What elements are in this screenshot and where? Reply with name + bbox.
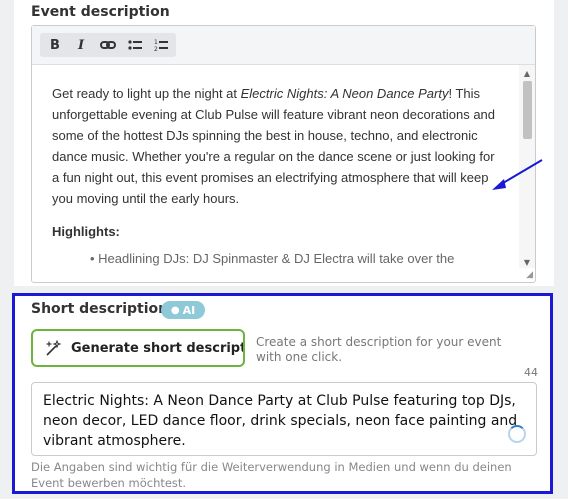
event-name-italic: Electric Nights: A Neon Dance Party	[240, 86, 449, 101]
ai-badge-label: AI	[182, 303, 196, 317]
description-paragraph: Get ready to light up the night at Elect…	[52, 83, 499, 209]
scroll-up-icon[interactable]: ▲	[519, 67, 535, 79]
resize-handle-icon[interactable]: ◢	[523, 270, 533, 280]
paragraph-text-start: Get ready to light up the night at	[52, 86, 241, 101]
highlights-heading: Highlights:	[52, 224, 120, 239]
short-description-help: Die Angaben sind wichtig für die Weiterv…	[31, 460, 512, 490]
editor-content[interactable]: Get ready to light up the night at Elect…	[32, 65, 519, 268]
toolbar-group: B I 12	[40, 33, 176, 57]
numbered-list-icon[interactable]: 12	[150, 35, 172, 55]
short-description-input[interactable]: Electric Nights: A Neon Dance Party at C…	[31, 382, 537, 456]
short-description-label: Short description*	[31, 301, 176, 317]
link-icon[interactable]	[97, 35, 119, 55]
char-count: 44	[524, 366, 538, 379]
generate-short-description-button[interactable]: Generate short description	[31, 329, 245, 367]
bold-button[interactable]: B	[44, 35, 66, 55]
paragraph-text-rest: ! This unforgettable evening at Club Pul…	[52, 86, 496, 206]
scroll-down-icon[interactable]: ▼	[519, 256, 535, 268]
generate-hint: Create a short description for your even…	[256, 335, 502, 364]
event-description-editor[interactable]: B I 12 Get ready to light up the night a…	[31, 25, 536, 283]
ai-sparkle-icon: ●	[170, 304, 180, 316]
highlight-bullet: • Headlining DJs: DJ Spinmaster & DJ Ele…	[90, 251, 455, 266]
short-description-value: Electric Nights: A Neon Dance Party at C…	[43, 393, 518, 449]
loading-spinner-icon	[508, 425, 526, 443]
magic-wand-icon	[44, 339, 62, 362]
generate-button-label: Generate short description	[71, 341, 245, 356]
editor-toolbar: B I 12	[32, 26, 535, 65]
italic-button[interactable]: I	[70, 35, 92, 55]
annotation-arrow-icon	[492, 159, 543, 190]
svg-text:2: 2	[154, 46, 158, 52]
bullet-list-icon[interactable]	[124, 35, 146, 55]
ai-badge: ● AI	[161, 301, 205, 319]
scroll-thumb[interactable]	[523, 81, 532, 139]
svg-text:1: 1	[154, 39, 158, 46]
event-description-label: Event description	[31, 4, 170, 20]
